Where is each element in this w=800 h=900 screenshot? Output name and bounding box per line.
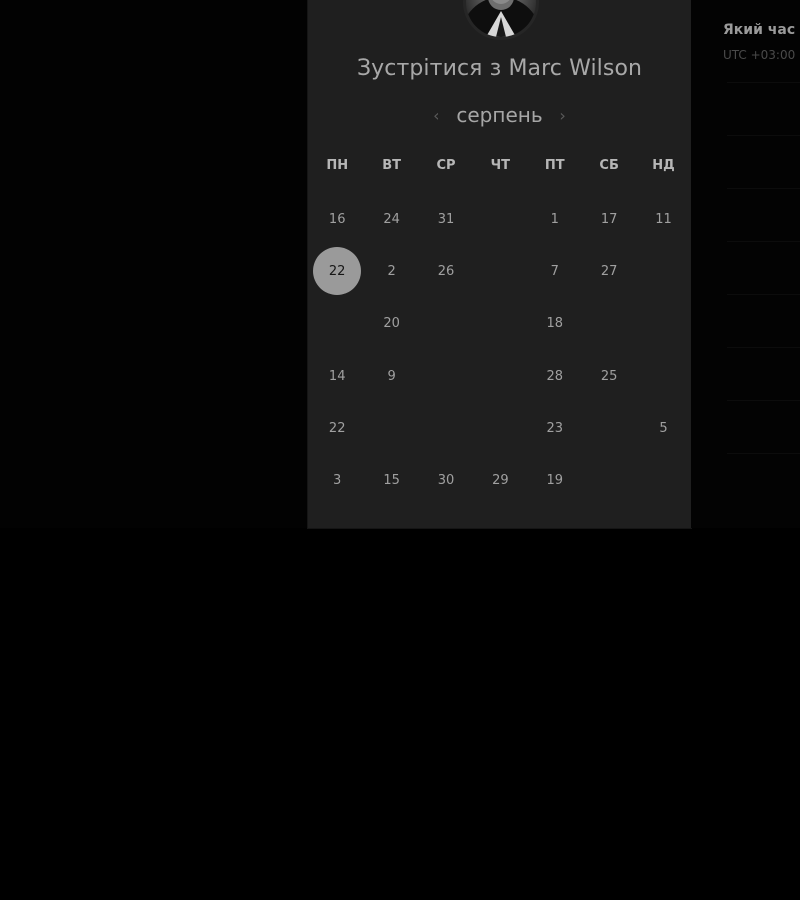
calendar-day[interactable]: 19 <box>528 454 582 506</box>
divider <box>727 188 800 189</box>
backdrop <box>0 0 308 528</box>
calendar-day[interactable]: 30 <box>419 454 473 506</box>
calendar-day[interactable]: 20 <box>364 298 418 350</box>
calendar-day <box>310 298 364 350</box>
calendar-day[interactable]: 24 <box>364 193 418 245</box>
weekday-label: ПТ <box>544 158 565 173</box>
calendar-day[interactable]: 3 <box>310 454 364 506</box>
calendar-day <box>582 454 636 506</box>
day-number: 9 <box>387 368 396 384</box>
day-number: 15 <box>383 473 400 489</box>
weekday-label: СБ <box>599 158 619 173</box>
calendar-day[interactable]: 18 <box>528 298 582 350</box>
calendar-day[interactable]: 9 <box>364 350 418 402</box>
divider <box>727 135 800 136</box>
weekday-label: СР <box>436 158 456 173</box>
calendar-day[interactable]: 28 <box>528 350 582 402</box>
calendar-day <box>473 402 527 454</box>
divider <box>727 82 800 83</box>
day-number: 23 <box>546 420 564 436</box>
booking-page: Зустрітися з Marc Wilson ‹ серпень › ПН В… <box>0 0 800 900</box>
weekday-header: ПН ВТ СР ЧТ ПТ СБ НД <box>310 158 691 173</box>
calendar-day[interactable]: 23 <box>528 402 582 454</box>
calendar-day <box>419 402 473 454</box>
day-number: 11 <box>655 211 672 227</box>
month-label: серпень <box>456 103 543 127</box>
divider <box>727 453 800 454</box>
calendar-card: Зустрітися з Marc Wilson ‹ серпень › ПН В… <box>308 0 691 528</box>
calendar-day[interactable]: 17 <box>582 193 636 245</box>
calendar-day[interactable]: 27 <box>582 245 636 297</box>
weekday-label: ВТ <box>382 158 401 173</box>
day-number: 22 <box>313 247 362 296</box>
divider <box>727 400 800 401</box>
calendar-day[interactable]: 11 <box>636 193 690 245</box>
month-navigation: ‹ серпень › <box>308 100 691 130</box>
calendar-day <box>582 402 636 454</box>
calendar-day <box>473 298 527 350</box>
person-photo-icon <box>466 0 536 37</box>
calendar-day <box>419 350 473 402</box>
calendar-day[interactable]: 22 <box>310 402 364 454</box>
day-number: 5 <box>659 420 668 436</box>
day-number: 19 <box>546 473 564 489</box>
day-number: 17 <box>600 211 618 227</box>
calendar-day[interactable]: 2 <box>364 245 418 297</box>
calendar-day[interactable]: 5 <box>636 402 690 454</box>
day-number: 14 <box>328 368 346 384</box>
calendar-day[interactable]: 7 <box>528 245 582 297</box>
calendar-day <box>473 245 527 297</box>
calendar-day <box>473 193 527 245</box>
divider <box>727 294 800 295</box>
day-number: 27 <box>600 263 618 279</box>
day-number: 31 <box>437 211 455 227</box>
day-number: 26 <box>437 263 455 279</box>
calendar-day[interactable]: 26 <box>419 245 473 297</box>
calendar-day[interactable]: 14 <box>310 350 364 402</box>
calendar-day <box>636 454 690 506</box>
day-number: 20 <box>383 316 400 332</box>
chevron-right-icon[interactable]: › <box>553 103 573 127</box>
calendar-grid: 16 24 31 1 17 11 22 2 26 7 27 20 18 14 9 28 25 22 23 5 3 15 30… <box>310 193 691 507</box>
calendar-day[interactable]: 1 <box>528 193 582 245</box>
calendar-day <box>419 298 473 350</box>
calendar-day[interactable]: 29 <box>473 454 527 506</box>
calendar-day[interactable]: 25 <box>582 350 636 402</box>
day-number: 16 <box>328 211 346 227</box>
day-number: 30 <box>437 473 455 489</box>
weekday-label: НД <box>652 158 675 173</box>
calendar-day <box>636 298 690 350</box>
day-number: 24 <box>383 211 400 227</box>
avatar <box>463 0 539 40</box>
day-number: 29 <box>492 473 509 489</box>
day-number: 18 <box>546 316 564 332</box>
day-number: 2 <box>387 263 396 279</box>
chevron-left-icon[interactable]: ‹ <box>426 103 446 127</box>
page-title: Зустрітися з Marc Wilson <box>356 56 643 81</box>
divider <box>727 241 800 242</box>
weekday-label: ЧТ <box>490 158 511 173</box>
day-number: 25 <box>600 368 618 384</box>
calendar-day <box>473 350 527 402</box>
calendar-day <box>636 350 690 402</box>
calendar-day[interactable]: 31 <box>419 193 473 245</box>
day-number: 3 <box>333 473 342 489</box>
divider <box>727 347 800 348</box>
weekday-label: ПН <box>326 158 349 173</box>
time-panel: Який час е UTC +03:00 <box>691 0 800 528</box>
calendar-day <box>636 245 690 297</box>
day-number: 1 <box>550 211 559 227</box>
calendar-day[interactable]: 16 <box>310 193 364 245</box>
selected-day[interactable]: 22 <box>310 245 364 297</box>
calendar-day <box>582 298 636 350</box>
calendar-day[interactable]: 15 <box>364 454 418 506</box>
timezone-label[interactable]: UTC +03:00 <box>723 48 795 62</box>
calendar-day <box>364 402 418 454</box>
day-number: 7 <box>550 263 559 279</box>
day-number: 28 <box>546 368 564 384</box>
time-question: Який час е <box>723 22 800 38</box>
day-number: 22 <box>328 420 346 436</box>
